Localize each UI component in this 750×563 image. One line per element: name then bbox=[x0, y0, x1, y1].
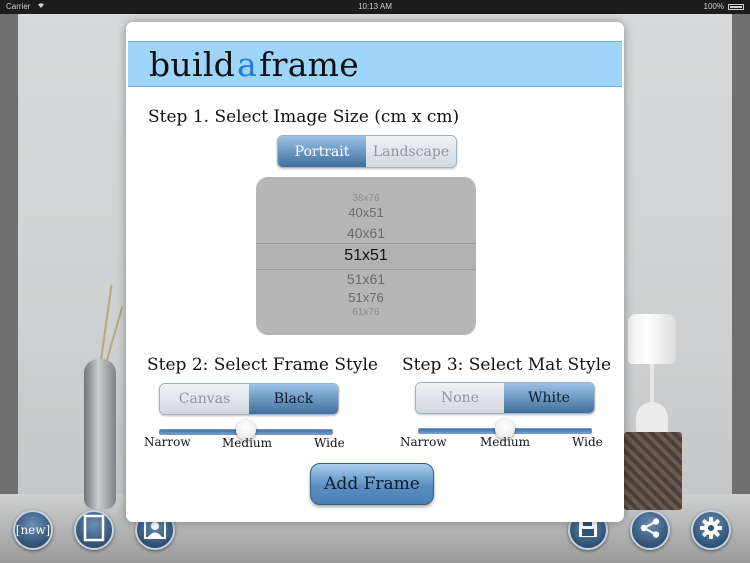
gear-icon bbox=[699, 516, 723, 545]
lamp-shade bbox=[628, 314, 676, 364]
side-table bbox=[624, 432, 682, 510]
frame-icon bbox=[83, 514, 105, 547]
brand-bar: buildaframe bbox=[128, 41, 622, 87]
none-option[interactable]: None bbox=[416, 383, 504, 413]
frame-button[interactable] bbox=[74, 510, 114, 550]
share-icon bbox=[639, 517, 661, 544]
logo-part-frame: frame bbox=[259, 45, 360, 84]
picker-row[interactable]: 51x61 bbox=[256, 270, 476, 288]
picker-row[interactable]: 51x76 bbox=[256, 290, 476, 306]
picker-row[interactable]: 38x76 bbox=[256, 193, 476, 205]
frame-slider-label-wide: Wide bbox=[314, 436, 345, 450]
canvas-option[interactable]: Canvas bbox=[160, 384, 249, 414]
app-logo: buildaframe bbox=[149, 45, 359, 85]
battery-icon bbox=[728, 4, 744, 10]
black-option[interactable]: Black bbox=[249, 384, 338, 414]
white-option[interactable]: White bbox=[504, 383, 594, 413]
mat-slider-label-medium: Medium bbox=[480, 435, 531, 449]
lamp-stem bbox=[650, 364, 654, 404]
step3-title: Step 3: Select Mat Style bbox=[402, 355, 612, 375]
new-button[interactable]: [new] bbox=[13, 510, 53, 550]
orientation-segmented-control: Portrait Landscape bbox=[277, 135, 457, 168]
settings-button[interactable] bbox=[691, 510, 731, 550]
picker-row[interactable]: 61x76 bbox=[256, 307, 476, 319]
landscape-option[interactable]: Landscape bbox=[366, 136, 456, 167]
mat-slider-label-wide: Wide bbox=[572, 435, 603, 449]
logo-part-build: build bbox=[149, 45, 236, 84]
portrait-option[interactable]: Portrait bbox=[278, 136, 366, 167]
step1-title: Step 1. Select Image Size (cm x cm) bbox=[148, 107, 460, 127]
lamp-base bbox=[636, 402, 668, 432]
picker-row[interactable]: 40x51 bbox=[256, 205, 476, 221]
frame-slider-label-narrow: Narrow bbox=[144, 435, 191, 449]
share-button[interactable] bbox=[630, 510, 670, 550]
picker-row-selected[interactable]: 51x51 bbox=[256, 246, 476, 266]
mat-style-segmented-control: None White bbox=[415, 382, 595, 414]
new-label: [new] bbox=[15, 523, 51, 537]
frame-style-segmented-control: Canvas Black bbox=[159, 383, 339, 415]
step2-title: Step 2: Select Frame Style bbox=[147, 355, 378, 375]
vase bbox=[84, 359, 116, 509]
picker-row[interactable]: 40x61 bbox=[256, 224, 476, 242]
add-frame-button[interactable]: Add Frame bbox=[310, 463, 434, 505]
build-a-frame-panel: buildaframe Step 1. Select Image Size (c… bbox=[126, 22, 624, 522]
clock: 10:13 AM bbox=[358, 2, 392, 11]
battery-percent: 100% bbox=[703, 2, 724, 11]
size-picker[interactable]: 38x76 40x51 40x61 51x51 51x61 51x76 61x7… bbox=[256, 177, 476, 335]
logo-part-a: a bbox=[237, 45, 258, 84]
mat-slider-label-narrow: Narrow bbox=[400, 435, 447, 449]
status-bar: Carrier 10:13 AM 100% bbox=[0, 0, 750, 14]
frame-slider-label-medium: Medium bbox=[222, 436, 273, 450]
